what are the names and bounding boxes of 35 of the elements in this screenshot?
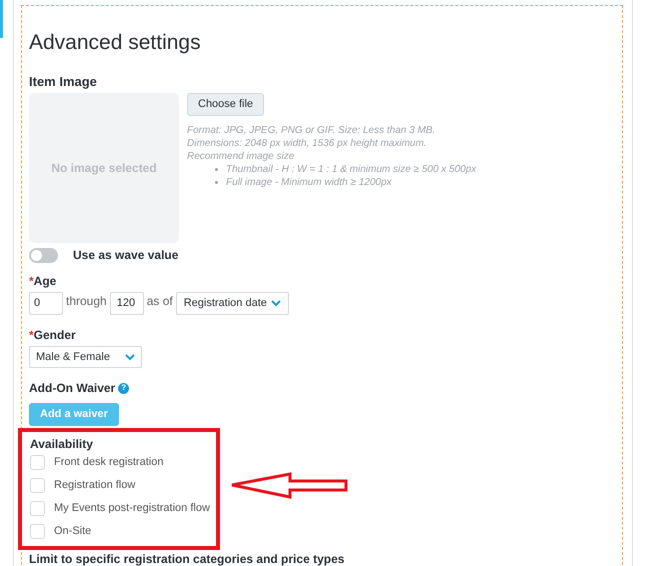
- help-text: Dimensions: 2048 px width, 1536 px height maximum.: [187, 137, 428, 150]
- chevron-down-icon: [125, 354, 135, 360]
- checkbox-label: Front desk registration: [54, 455, 164, 470]
- section-label: Availability: [30, 437, 94, 451]
- help-text: Recommend image size: [187, 150, 296, 163]
- checkbox-label: My Events post-registration flow: [54, 501, 210, 516]
- section-label: Limit to specific registration categories and price types: [29, 552, 346, 566]
- age-to-field[interactable]: 120: [110, 292, 144, 315]
- checkbox[interactable]: [30, 478, 45, 493]
- choose-file-button[interactable]: Choose file: [187, 93, 264, 116]
- help-bullet-text: Full image - Minimum width ≥ 1200px: [226, 176, 392, 189]
- toggle-switch[interactable]: [29, 248, 58, 262]
- help-text: Format: JPG, JPEG, PNG or GIF. Size: Less than 3 MB.: [187, 124, 436, 137]
- field-label: Item Image: [29, 74, 98, 90]
- checkbox[interactable]: [30, 501, 45, 516]
- checkbox[interactable]: [30, 524, 45, 539]
- as-of-select[interactable]: Registration date: [176, 292, 289, 315]
- empty-image-text: No image selected: [51, 160, 157, 177]
- section-title: Advanced settings: [29, 30, 202, 56]
- field-label: Gender: [34, 328, 76, 343]
- checkbox-label: Registration flow: [54, 478, 136, 494]
- toggle-label: Use as wave value: [73, 247, 178, 264]
- help-bullet-text: Thumbnail - H : W = 1 : 1 & minimum size ≥ 500 x 500px: [226, 163, 476, 176]
- as-of-text: as of: [146, 293, 173, 310]
- field-label: Age: [34, 274, 56, 289]
- through-text: through: [66, 293, 107, 310]
- age-from-field[interactable]: 0: [29, 292, 63, 315]
- side-accent: [0, 0, 3, 38]
- required-mark: *: [29, 328, 34, 343]
- required-mark: *: [29, 274, 34, 289]
- gender-select[interactable]: Male & Female: [29, 346, 142, 368]
- field-label: Add-On Waiver: [29, 380, 116, 397]
- chevron-down-icon: [270, 300, 281, 307]
- checkbox[interactable]: [30, 455, 45, 470]
- checkbox-label: On-Site: [54, 524, 92, 540]
